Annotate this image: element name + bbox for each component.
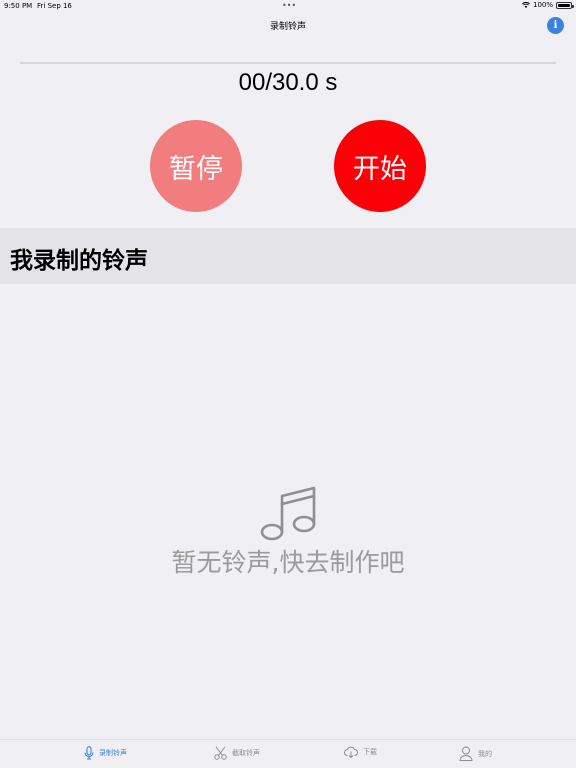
tab-cut-ringtone[interactable]: 截取铃声	[214, 746, 260, 760]
multitask-dots[interactable]: •••	[282, 1, 296, 10]
tab-label: 我的	[478, 749, 492, 758]
info-circle-icon: i	[553, 19, 558, 31]
battery-percent: 100%	[532, 1, 553, 9]
music-note-icon	[260, 486, 316, 541]
wifi-icon	[521, 1, 530, 8]
tab-label: 录制铃声	[99, 749, 127, 757]
tab-download[interactable]: 下载	[344, 746, 377, 758]
status-date: Fri Sep 16	[37, 2, 72, 10]
start-button[interactable]: 开始	[334, 120, 426, 212]
empty-state-message: 暂无铃声,快去制作吧	[171, 548, 405, 577]
pause-button[interactable]: 暂停	[150, 120, 242, 212]
status-bar: 9:50 PM Fri Sep 16 ••• 100%	[0, 0, 576, 12]
section-title: 我录制的铃声	[10, 248, 148, 274]
scissors-icon	[214, 746, 227, 760]
recording-progress-bar	[20, 62, 556, 64]
page-title: 录制铃声	[269, 22, 306, 32]
status-right: 100%	[521, 1, 574, 9]
recording-timer: 00/30.0 s	[238, 69, 338, 96]
person-icon	[459, 746, 473, 761]
status-time: 9:50 PM	[4, 2, 33, 10]
cloud-download-icon	[344, 746, 358, 758]
tab-label: 截取铃声	[232, 749, 260, 757]
battery-icon	[556, 1, 574, 9]
microphone-icon	[84, 746, 94, 760]
screen: 9:50 PM Fri Sep 16 ••• 100% 录制铃声 i 00/30…	[0, 0, 576, 768]
tab-mine[interactable]: 我的	[459, 746, 492, 761]
info-button[interactable]: i	[547, 17, 564, 34]
tab-record-ringtone[interactable]: 录制铃声	[84, 746, 127, 760]
tab-bar: 录制铃声 截取铃声 下载 我的	[0, 739, 576, 768]
tab-label: 下载	[363, 748, 377, 756]
